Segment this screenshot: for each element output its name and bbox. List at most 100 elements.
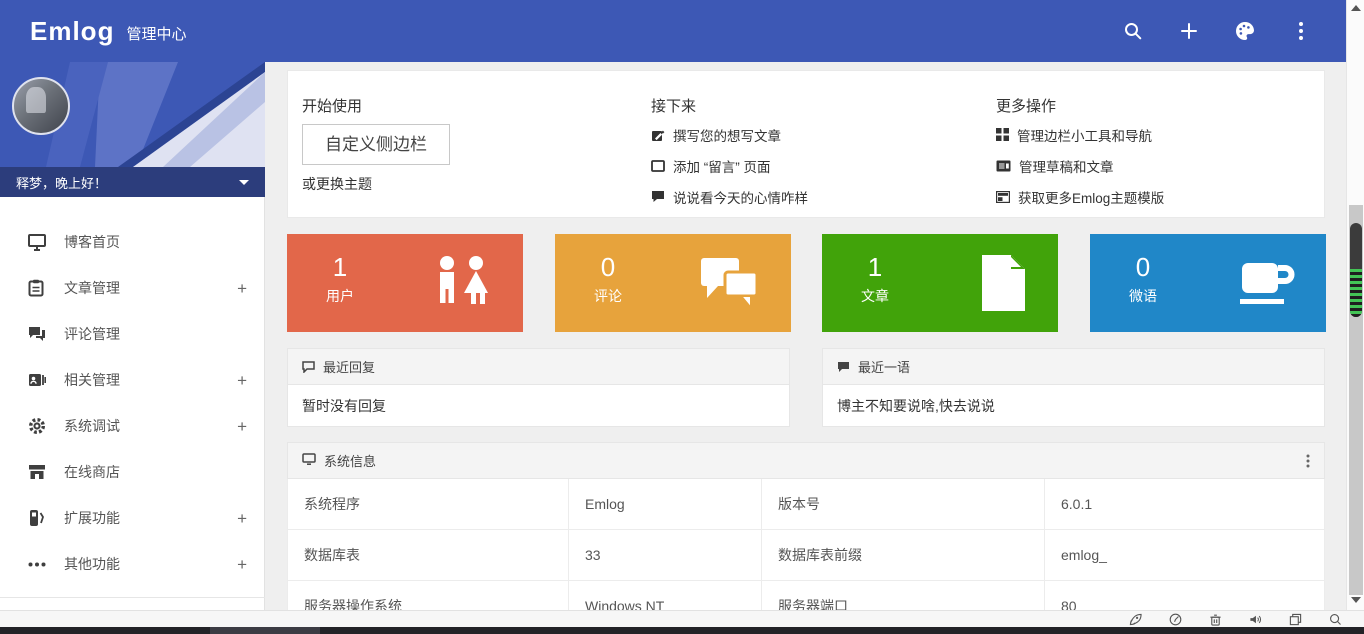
next-step-label: 添加 “留言” 页面 bbox=[673, 156, 771, 176]
post-mood-link[interactable]: 说说看今天的心情咋样 bbox=[651, 181, 808, 212]
browser-bottom-bar bbox=[0, 610, 1364, 627]
store-icon bbox=[28, 462, 48, 482]
sidebar-item-comments[interactable]: 评论管理 bbox=[0, 311, 265, 357]
clipboard-icon bbox=[28, 278, 48, 298]
manage-widgets-link[interactable]: 管理边栏小工具和导航 bbox=[996, 119, 1164, 150]
volume-icon[interactable] bbox=[1249, 613, 1262, 626]
more-action-label: 获取更多Emlog主题模版 bbox=[1018, 187, 1164, 207]
coffee-icon bbox=[1236, 255, 1296, 311]
sidebar-item-other[interactable]: 其他功能 + bbox=[0, 541, 265, 587]
search-icon[interactable] bbox=[1122, 20, 1144, 42]
comments-count: 0 bbox=[591, 250, 625, 284]
customize-sidebar-button[interactable]: 自定义侧边栏 bbox=[302, 124, 450, 165]
si-value: Windows NT bbox=[568, 581, 761, 610]
bubble-outline-icon bbox=[302, 361, 315, 373]
sidebar-item-label: 系统调试 bbox=[64, 416, 120, 436]
chat-icon bbox=[651, 190, 665, 203]
sidebar-item-label: 博客首页 bbox=[64, 232, 120, 252]
si-label: 系统程序 bbox=[288, 479, 568, 529]
panel-options-icon[interactable] bbox=[1306, 454, 1310, 468]
si-label: 数据库表前缀 bbox=[761, 530, 1044, 580]
sidebar-item-label: 其他功能 bbox=[64, 554, 120, 574]
header-actions bbox=[1122, 0, 1312, 62]
speed-mode-icon[interactable] bbox=[1169, 613, 1182, 626]
recent-reply-panel: 最近回复 暂时没有回复 bbox=[287, 348, 790, 427]
manage-drafts-link[interactable]: 管理草稿和文章 bbox=[996, 150, 1164, 181]
monitor-icon bbox=[28, 232, 48, 252]
emlog-logo[interactable]: Emlog bbox=[30, 16, 114, 47]
theme-palette-icon[interactable] bbox=[1234, 20, 1256, 42]
user-avatar[interactable] bbox=[12, 77, 70, 135]
recent-note-panel: 最近一语 博主不知要说啥,快去说说 bbox=[822, 348, 1325, 427]
add-icon[interactable] bbox=[1178, 20, 1200, 42]
sidebar-item-blog-home[interactable]: 博客首页 bbox=[0, 219, 265, 265]
sidebar-item-label: 在线商店 bbox=[64, 462, 120, 482]
recent-note-body[interactable]: 博主不知要说啥,快去说说 bbox=[822, 385, 1325, 427]
system-info-title: 系统信息 bbox=[324, 451, 376, 470]
recent-note-header: 最近一语 bbox=[822, 348, 1325, 385]
ellipsis-icon bbox=[28, 554, 48, 574]
add-page-link[interactable]: 添加 “留言” 页面 bbox=[651, 150, 808, 181]
stat-card-microblog[interactable]: 0微语 bbox=[1090, 234, 1326, 332]
taskbar-active-app[interactable] bbox=[210, 627, 320, 634]
write-article-link[interactable]: 撰写您的想写文章 bbox=[651, 119, 808, 150]
sidebar-menu: 博客首页 文章管理 + 评论管理 相关管理 + 系统调试 + bbox=[0, 219, 265, 587]
expand-plus-icon[interactable]: + bbox=[237, 372, 247, 389]
welcome-panel: 开始使用 自定义侧边栏 或更换主题 接下来 撰写您的想写文章 添加 “留言” 页… bbox=[287, 70, 1325, 218]
microblog-label: 微语 bbox=[1126, 284, 1160, 308]
scroll-up-icon[interactable] bbox=[1351, 5, 1361, 11]
profile-banner bbox=[0, 62, 265, 167]
chevron-down-icon bbox=[239, 180, 249, 185]
si-value: emlog_ bbox=[1044, 530, 1325, 580]
si-value: 6.0.1 bbox=[1044, 479, 1325, 529]
id-card-icon bbox=[28, 370, 48, 390]
recent-reply-title: 最近回复 bbox=[323, 357, 375, 376]
gear-icon bbox=[28, 416, 48, 436]
table-row: 系统程序 Emlog 版本号 6.0.1 bbox=[287, 479, 1325, 530]
top-header: Emlog 管理中心 bbox=[0, 0, 1346, 62]
boost-rocket-icon[interactable] bbox=[1129, 613, 1142, 626]
sidebar-item-system-debug[interactable]: 系统调试 + bbox=[0, 403, 265, 449]
si-label: 服务器操作系统 bbox=[288, 581, 568, 610]
grid-icon bbox=[996, 128, 1009, 141]
page-title: 管理中心 bbox=[126, 23, 186, 44]
articles-label: 文章 bbox=[858, 284, 892, 308]
expand-plus-icon[interactable]: + bbox=[237, 418, 247, 435]
user-greeting-bar[interactable]: 释梦，晚上好！ bbox=[0, 167, 265, 197]
theme-template-icon bbox=[996, 191, 1010, 203]
sidebar-item-store[interactable]: 在线商店 bbox=[0, 449, 265, 495]
scrollbar-thumb[interactable] bbox=[1350, 223, 1362, 317]
scroll-down-icon[interactable] bbox=[1351, 597, 1361, 603]
recent-reply-body: 暂时没有回复 bbox=[287, 385, 790, 427]
emlog-admin-screen: Emlog 管理中心 bbox=[0, 0, 1364, 634]
expand-plus-icon[interactable]: + bbox=[237, 280, 247, 297]
next-steps-title: 接下来 bbox=[651, 97, 808, 117]
expand-plus-icon[interactable]: + bbox=[237, 556, 247, 573]
get-themes-link[interactable]: 获取更多Emlog主题模版 bbox=[996, 181, 1164, 212]
sidebar-item-extensions[interactable]: 扩展功能 + bbox=[0, 495, 265, 541]
table-row: 数据库表 33 数据库表前缀 emlog_ bbox=[287, 530, 1325, 581]
si-label: 数据库表 bbox=[288, 530, 568, 580]
stat-card-comments[interactable]: 0评论 bbox=[555, 234, 791, 332]
table-row: 服务器操作系统 Windows NT 服务器端口 80 bbox=[287, 581, 1325, 610]
more-menu-icon[interactable] bbox=[1290, 20, 1312, 42]
si-label: 版本号 bbox=[761, 479, 1044, 529]
stat-card-articles[interactable]: 1文章 bbox=[822, 234, 1058, 332]
more-action-label: 管理草稿和文章 bbox=[1019, 156, 1114, 176]
window-restore-icon[interactable] bbox=[1289, 613, 1302, 626]
sidebar-item-articles[interactable]: 文章管理 + bbox=[0, 265, 265, 311]
sidebar-item-label: 相关管理 bbox=[64, 370, 120, 390]
expand-plus-icon[interactable]: + bbox=[237, 510, 247, 527]
trash-icon[interactable] bbox=[1209, 613, 1222, 626]
page-search-icon[interactable] bbox=[1329, 613, 1342, 626]
more-actions-column: 更多操作 管理边栏小工具和导航 管理草稿和文章 获取更多Emlog主题模版 bbox=[996, 71, 1164, 212]
monitor-small-icon bbox=[302, 453, 316, 468]
sidebar-item-related[interactable]: 相关管理 + bbox=[0, 357, 265, 403]
scrollbar-track[interactable] bbox=[1349, 205, 1363, 595]
next-steps-column: 接下来 撰写您的想写文章 添加 “留言” 页面 说说看今天的心情咋样 bbox=[651, 71, 808, 212]
sidebar-item-label: 扩展功能 bbox=[64, 508, 120, 528]
scrollbar bbox=[1346, 0, 1364, 610]
articles-count: 1 bbox=[858, 250, 892, 284]
stat-card-users[interactable]: 1用户 bbox=[287, 234, 523, 332]
change-theme-link[interactable]: 或更换主题 bbox=[302, 174, 372, 194]
